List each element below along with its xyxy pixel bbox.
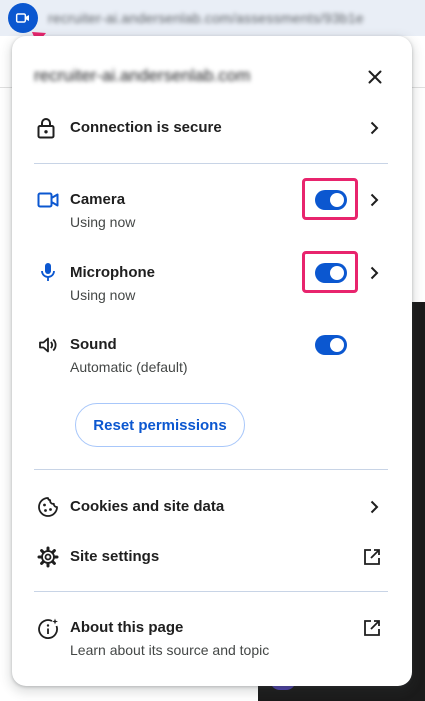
separator bbox=[34, 469, 388, 470]
lock-icon bbox=[34, 116, 58, 140]
about-page-sub: Learn about its source and topic bbox=[70, 642, 270, 658]
sound-row[interactable]: Sound Automatic (default) bbox=[12, 331, 412, 381]
connection-label: Connection is secure bbox=[70, 119, 222, 136]
chevron-right-icon bbox=[366, 192, 382, 208]
separator bbox=[34, 163, 388, 164]
close-icon bbox=[368, 70, 382, 84]
camera-status: Using now bbox=[70, 214, 136, 230]
info-sparkle-icon bbox=[36, 617, 60, 641]
close-button[interactable] bbox=[364, 66, 386, 88]
camera-row[interactable]: Camera Using now bbox=[12, 178, 412, 236]
site-info-popup: recruiter-ai.andersenlab.com Connection … bbox=[12, 36, 412, 686]
microphone-toggle[interactable] bbox=[315, 263, 347, 283]
open-in-new-icon bbox=[362, 618, 382, 638]
sound-toggle[interactable] bbox=[315, 335, 347, 355]
cookies-row[interactable]: Cookies and site data bbox=[12, 491, 412, 523]
site-settings-label: Site settings bbox=[70, 548, 160, 565]
sound-label: Sound bbox=[70, 336, 117, 353]
chevron-right-icon bbox=[366, 265, 382, 281]
sound-status: Automatic (default) bbox=[70, 359, 188, 375]
video-camera-icon bbox=[15, 13, 29, 23]
open-in-new-icon bbox=[362, 547, 382, 567]
chevron-right-icon bbox=[366, 499, 382, 515]
reset-permissions-button[interactable]: Reset permissions bbox=[75, 403, 245, 447]
about-page-row[interactable]: About this page Learn about its source a… bbox=[12, 613, 412, 663]
popup-site-title: recruiter-ai.andersenlab.com bbox=[34, 66, 251, 85]
microphone-label: Microphone bbox=[70, 264, 155, 281]
speaker-icon bbox=[36, 333, 60, 357]
camera-label: Camera bbox=[70, 191, 126, 208]
microphone-row[interactable]: Microphone Using now bbox=[12, 251, 412, 309]
gear-icon bbox=[36, 545, 60, 569]
chevron-right-icon bbox=[366, 120, 382, 136]
url-text[interactable]: recruiter-ai.andersenlab.com/assessments… bbox=[48, 10, 364, 26]
site-settings-row[interactable]: Site settings bbox=[12, 541, 412, 573]
connection-row[interactable]: Connection is secure bbox=[12, 108, 412, 148]
about-page-label: About this page bbox=[70, 619, 184, 636]
camera-toggle[interactable] bbox=[315, 190, 347, 210]
cookies-label: Cookies and site data bbox=[70, 498, 225, 515]
microphone-icon bbox=[36, 260, 60, 284]
video-camera-icon bbox=[36, 188, 60, 212]
separator bbox=[34, 591, 388, 592]
cookie-icon bbox=[36, 495, 60, 519]
microphone-status: Using now bbox=[70, 287, 136, 303]
